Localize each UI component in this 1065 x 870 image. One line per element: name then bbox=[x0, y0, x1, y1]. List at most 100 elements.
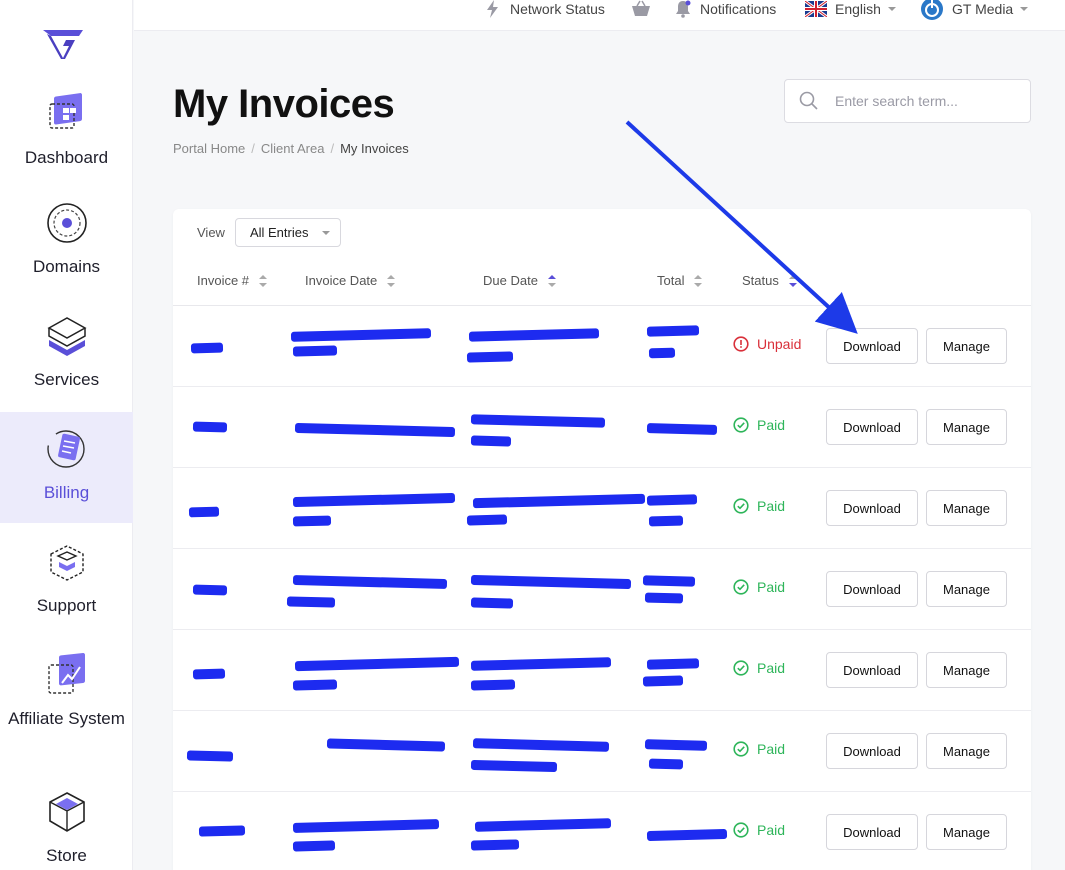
support-box-icon bbox=[49, 545, 84, 581]
breadcrumb-separator: / bbox=[251, 141, 255, 156]
manage-button[interactable]: Manage bbox=[926, 490, 1007, 526]
download-button[interactable]: Download bbox=[826, 409, 918, 445]
redaction-mark bbox=[644, 592, 684, 604]
sidebar-item-affiliate[interactable]: Affiliate System bbox=[0, 653, 133, 731]
redaction-mark bbox=[646, 658, 700, 670]
invoice-row: Paid Download Manage bbox=[173, 711, 1031, 792]
manage-button[interactable]: Manage bbox=[926, 571, 1007, 607]
status-badge: Paid bbox=[733, 417, 785, 433]
redaction-mark bbox=[470, 679, 516, 691]
check-circle-icon bbox=[733, 579, 749, 595]
sidebar-item-domains[interactable]: Domains bbox=[0, 201, 133, 279]
sidebar-item-dashboard[interactable]: Dashboard bbox=[0, 92, 133, 170]
redaction-mark bbox=[644, 739, 708, 751]
network-status-link[interactable]: Network Status bbox=[484, 0, 605, 18]
breadcrumb-separator: / bbox=[330, 141, 335, 156]
chevron-down-icon bbox=[321, 231, 330, 235]
redaction-mark bbox=[470, 574, 632, 590]
column-header-invoice-number[interactable]: Invoice # bbox=[197, 273, 268, 288]
redaction-mark bbox=[292, 840, 336, 852]
search-icon bbox=[799, 91, 818, 110]
status-label: Paid bbox=[757, 417, 786, 433]
redaction-mark bbox=[470, 759, 558, 773]
column-header-total[interactable]: Total bbox=[657, 273, 703, 288]
redaction-mark bbox=[470, 414, 606, 428]
network-status-label: Network Status bbox=[510, 1, 605, 17]
affiliate-chart-icon bbox=[47, 653, 85, 694]
column-header-status[interactable]: Status bbox=[742, 273, 797, 288]
invoice-row: Paid Download Manage bbox=[173, 549, 1031, 630]
redaction-mark bbox=[646, 423, 718, 435]
redaction-mark bbox=[642, 675, 684, 687]
download-button[interactable]: Download bbox=[826, 814, 918, 850]
redaction-mark bbox=[470, 597, 514, 609]
search-input[interactable] bbox=[835, 93, 1025, 109]
status-badge: Unpaid bbox=[733, 336, 801, 352]
redaction-mark bbox=[188, 506, 220, 518]
redaction-mark bbox=[292, 819, 440, 833]
redaction-mark bbox=[472, 738, 610, 752]
download-button[interactable]: Download bbox=[826, 652, 918, 688]
check-circle-icon bbox=[733, 822, 749, 838]
invoices-card: View All Entries Invoice # Invoice Date … bbox=[173, 209, 1031, 870]
column-header-label: Invoice # bbox=[197, 273, 250, 288]
layers-icon bbox=[46, 317, 87, 356]
redaction-mark bbox=[646, 828, 728, 842]
chevron-down-icon bbox=[887, 7, 896, 11]
invoice-row: Unpaid Download Manage bbox=[173, 306, 1031, 387]
account-menu[interactable]: GT Media bbox=[920, 0, 1029, 20]
search-box bbox=[784, 79, 1031, 123]
download-button[interactable]: Download bbox=[826, 328, 918, 364]
sidebar-item-billing[interactable]: Billing bbox=[0, 412, 133, 523]
status-badge: Paid bbox=[733, 741, 785, 757]
notifications-link[interactable]: Notifications bbox=[674, 0, 776, 18]
manage-button[interactable]: Manage bbox=[926, 733, 1007, 769]
redaction-mark bbox=[192, 584, 228, 596]
sidebar-item-store[interactable]: Store bbox=[0, 790, 133, 868]
view-select[interactable]: All Entries bbox=[234, 218, 341, 247]
sidebar-item-label: Domains bbox=[32, 257, 101, 276]
redaction-mark bbox=[190, 342, 224, 354]
check-circle-icon bbox=[733, 417, 749, 433]
download-button[interactable]: Download bbox=[826, 490, 918, 526]
sidebar-item-support[interactable]: Support bbox=[0, 540, 133, 618]
redaction-mark bbox=[292, 515, 332, 527]
redaction-mark bbox=[326, 738, 446, 752]
manage-button[interactable]: Manage bbox=[926, 652, 1007, 688]
download-button[interactable]: Download bbox=[826, 571, 918, 607]
redaction-mark bbox=[290, 328, 432, 342]
billing-icon bbox=[46, 430, 85, 468]
sidebar-item-label: Support bbox=[36, 596, 97, 615]
redaction-mark bbox=[292, 679, 338, 691]
language-selector[interactable]: English bbox=[805, 0, 896, 18]
column-header-invoice-date[interactable]: Invoice Date bbox=[305, 273, 396, 288]
manage-button[interactable]: Manage bbox=[926, 409, 1007, 445]
brand-logo-icon[interactable] bbox=[41, 26, 85, 62]
sort-icon bbox=[259, 274, 268, 287]
manage-button[interactable]: Manage bbox=[926, 814, 1007, 850]
invoice-row: Paid Download Manage bbox=[173, 468, 1031, 549]
basket-icon bbox=[632, 0, 650, 16]
view-label: View bbox=[197, 225, 225, 240]
redaction-mark bbox=[294, 656, 460, 672]
download-button[interactable]: Download bbox=[826, 733, 918, 769]
uk-flag-icon bbox=[805, 1, 827, 17]
sort-icon bbox=[694, 274, 703, 287]
column-header-label: Status bbox=[742, 273, 779, 288]
redaction-mark bbox=[642, 575, 696, 587]
sidebar-item-label: Store bbox=[46, 846, 87, 865]
column-header-due-date[interactable]: Due Date bbox=[483, 273, 556, 288]
cart-button[interactable] bbox=[631, 0, 659, 18]
column-header-label: Invoice Date bbox=[305, 273, 378, 288]
redaction-mark bbox=[198, 825, 246, 837]
breadcrumb-client-area[interactable]: Client Area bbox=[261, 141, 325, 156]
status-label: Paid bbox=[757, 579, 786, 595]
status-label: Paid bbox=[757, 660, 786, 676]
top-bar: Network Status Notifications English GT … bbox=[134, 0, 1065, 31]
sidebar-item-services[interactable]: Services bbox=[0, 314, 133, 392]
page-title: My Invoices bbox=[173, 82, 395, 126]
breadcrumb-portal-home[interactable]: Portal Home bbox=[173, 141, 245, 156]
manage-button[interactable]: Manage bbox=[926, 328, 1007, 364]
breadcrumb-current: My Invoices bbox=[340, 141, 409, 156]
sidebar-item-label: Billing bbox=[43, 483, 90, 502]
